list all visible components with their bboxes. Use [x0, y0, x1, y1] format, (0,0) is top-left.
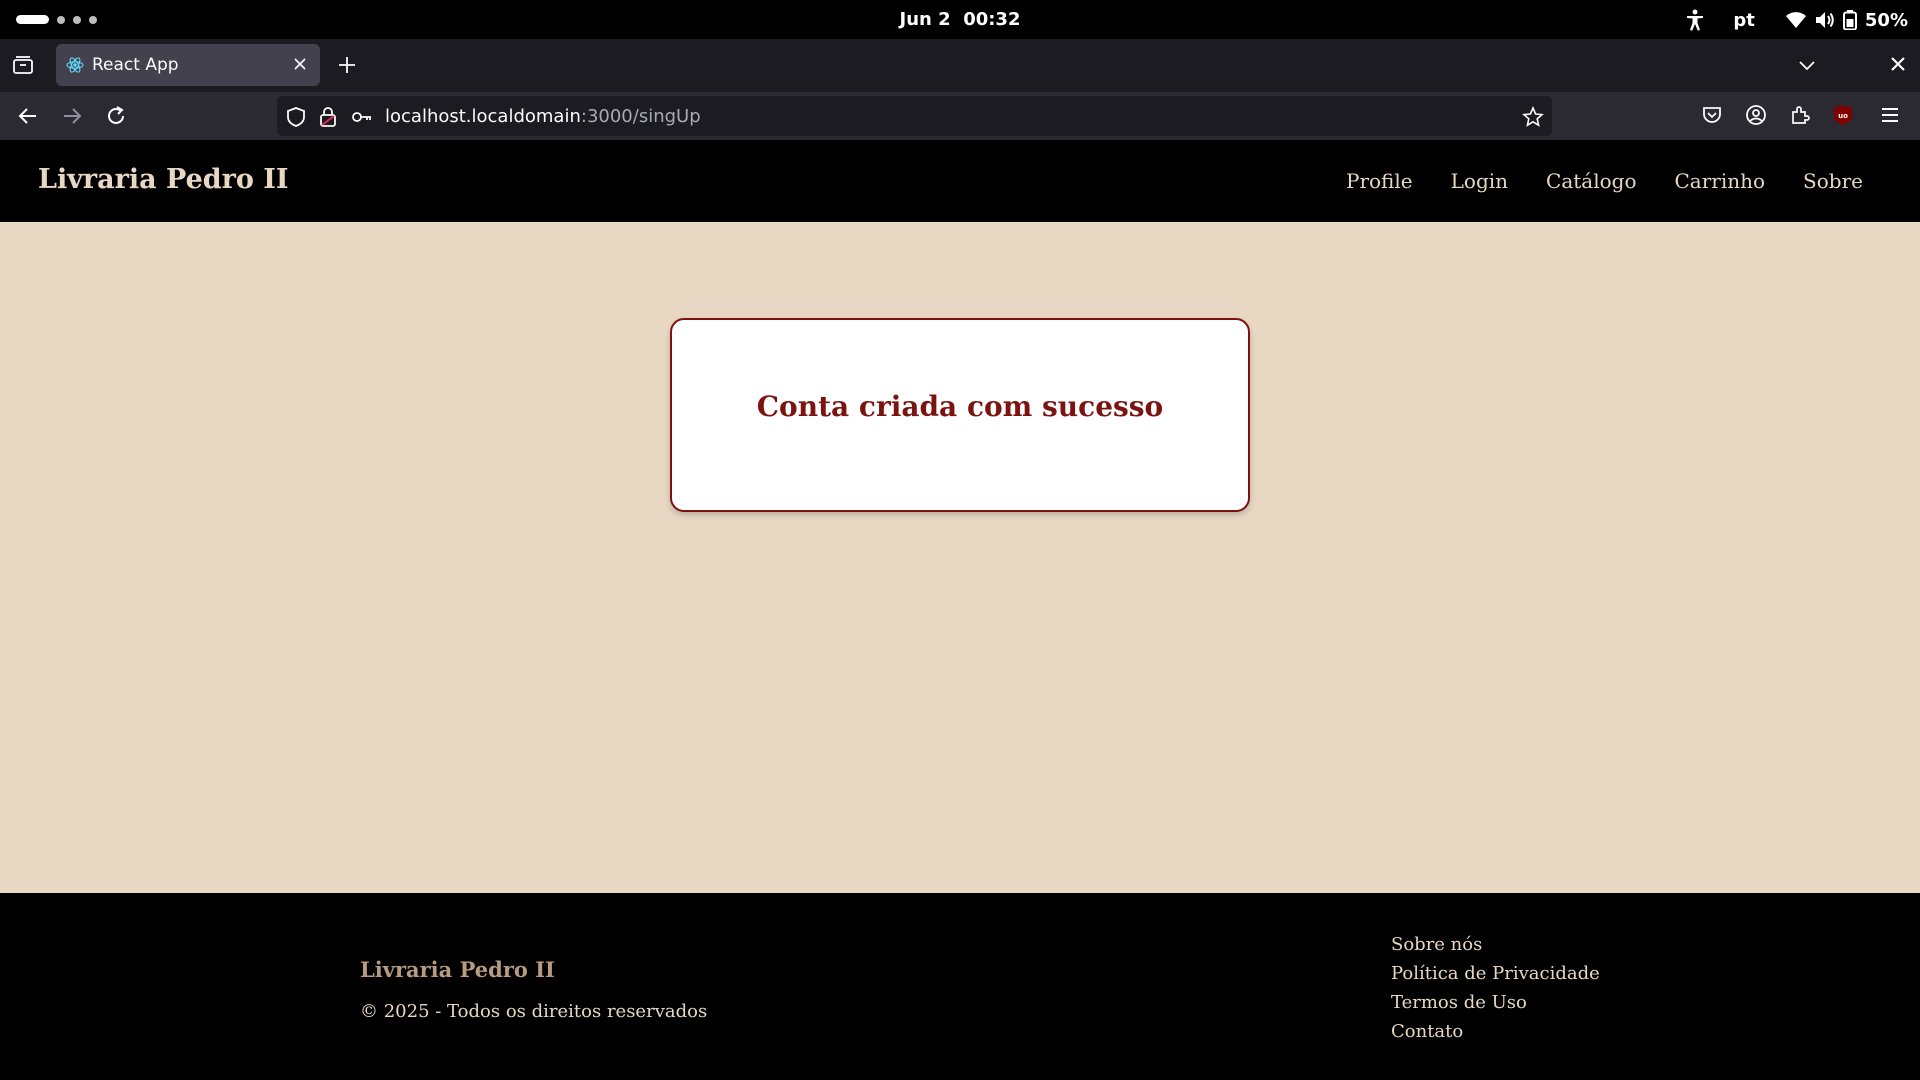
- system-tray: pt 50%: [1685, 7, 1908, 33]
- site-footer: Livraria Pedro II © 2025 - Todos os dire…: [0, 893, 1920, 1080]
- workspace-active-indicator: [16, 15, 49, 24]
- activities-indicator[interactable]: [16, 15, 97, 24]
- close-icon[interactable]: [292, 56, 308, 76]
- clock-date: Jun 2: [899, 9, 951, 30]
- clock-button[interactable]: Jun 2 00:32: [900, 9, 1021, 30]
- success-card: Conta criada com sucesso: [670, 318, 1250, 512]
- tab-title: React App: [92, 55, 179, 75]
- footer-link-privacidade[interactable]: Política de Privacidade: [1391, 962, 1600, 985]
- footer-copyright: © 2025 - Todos os direitos reservados: [360, 1001, 708, 1022]
- react-favicon: [66, 56, 84, 74]
- footer-link-contato[interactable]: Contato: [1391, 1020, 1600, 1043]
- site-header: Livraria Pedro II Profile Login Catálogo…: [0, 140, 1920, 222]
- nav-link-catalogo[interactable]: Catálogo: [1546, 169, 1636, 193]
- footer-brand: Livraria Pedro II: [360, 957, 555, 982]
- workspace-dot: [73, 15, 81, 24]
- browser-nav-bar: localhost.localdomain:3000/singUp uo: [0, 92, 1920, 140]
- forward-arrow-icon[interactable]: [60, 104, 84, 132]
- url-host: localhost.localdomain: [385, 106, 581, 127]
- account-icon[interactable]: [1745, 104, 1767, 130]
- tab-list-icon[interactable]: [12, 54, 34, 80]
- site-nav: Profile Login Catálogo Carrinho Sobre: [1346, 169, 1863, 193]
- clock: Jun 2 00:32: [0, 9, 1920, 30]
- nav-link-login[interactable]: Login: [1451, 169, 1508, 193]
- system-top-bar: Jun 2 00:32 pt 50%: [0, 0, 1920, 39]
- pocket-icon[interactable]: [1701, 104, 1723, 130]
- reload-icon[interactable]: [104, 104, 128, 132]
- footer-links: Sobre nós Política de Privacidade Termos…: [1391, 933, 1600, 1043]
- volume-icon: [1815, 11, 1835, 29]
- success-message: Conta criada com sucesso: [756, 390, 1164, 423]
- accessibility-icon[interactable]: [1685, 9, 1705, 31]
- nav-link-profile[interactable]: Profile: [1346, 169, 1413, 193]
- tab-react-app[interactable]: React App: [56, 44, 320, 86]
- browser-tab-bar: React App: [0, 39, 1920, 92]
- site-brand[interactable]: Livraria Pedro II: [38, 164, 289, 195]
- lock-icon[interactable]: [319, 106, 337, 132]
- star-icon[interactable]: [1522, 105, 1544, 132]
- page-viewport: Livraria Pedro II Profile Login Catálogo…: [0, 140, 1920, 1080]
- footer-link-sobre-nos[interactable]: Sobre nós: [1391, 933, 1600, 956]
- nav-link-carrinho[interactable]: Carrinho: [1675, 169, 1766, 193]
- key-icon[interactable]: [351, 106, 373, 132]
- extensions-icon[interactable]: [1789, 104, 1811, 130]
- shield-icon[interactable]: [286, 106, 306, 132]
- url-bar[interactable]: localhost.localdomain:3000/singUp: [277, 96, 1552, 136]
- workspace-dot: [57, 15, 65, 24]
- workspace-dot: [89, 15, 97, 24]
- battery-icon: [1842, 10, 1857, 30]
- menu-icon[interactable]: [1879, 104, 1901, 130]
- chevron-down-icon[interactable]: [1796, 54, 1818, 80]
- battery-percentage: 50%: [1864, 9, 1908, 31]
- window-close-icon[interactable]: [1888, 54, 1908, 78]
- ublock-icon[interactable]: uo: [1833, 104, 1853, 130]
- plus-icon[interactable]: [336, 54, 358, 80]
- svg-text:uo: uo: [1838, 112, 1848, 120]
- status-menu[interactable]: 50%: [1785, 10, 1908, 31]
- clock-time: 00:32: [963, 9, 1021, 30]
- url-text: localhost.localdomain:3000/singUp: [385, 106, 701, 127]
- nav-link-sobre[interactable]: Sobre: [1803, 169, 1863, 193]
- keyboard-language[interactable]: pt: [1733, 10, 1755, 31]
- url-path: :3000/singUp: [580, 106, 701, 127]
- footer-link-termos[interactable]: Termos de Uso: [1391, 991, 1600, 1014]
- back-arrow-icon[interactable]: [16, 104, 40, 132]
- wifi-icon: [1785, 11, 1807, 29]
